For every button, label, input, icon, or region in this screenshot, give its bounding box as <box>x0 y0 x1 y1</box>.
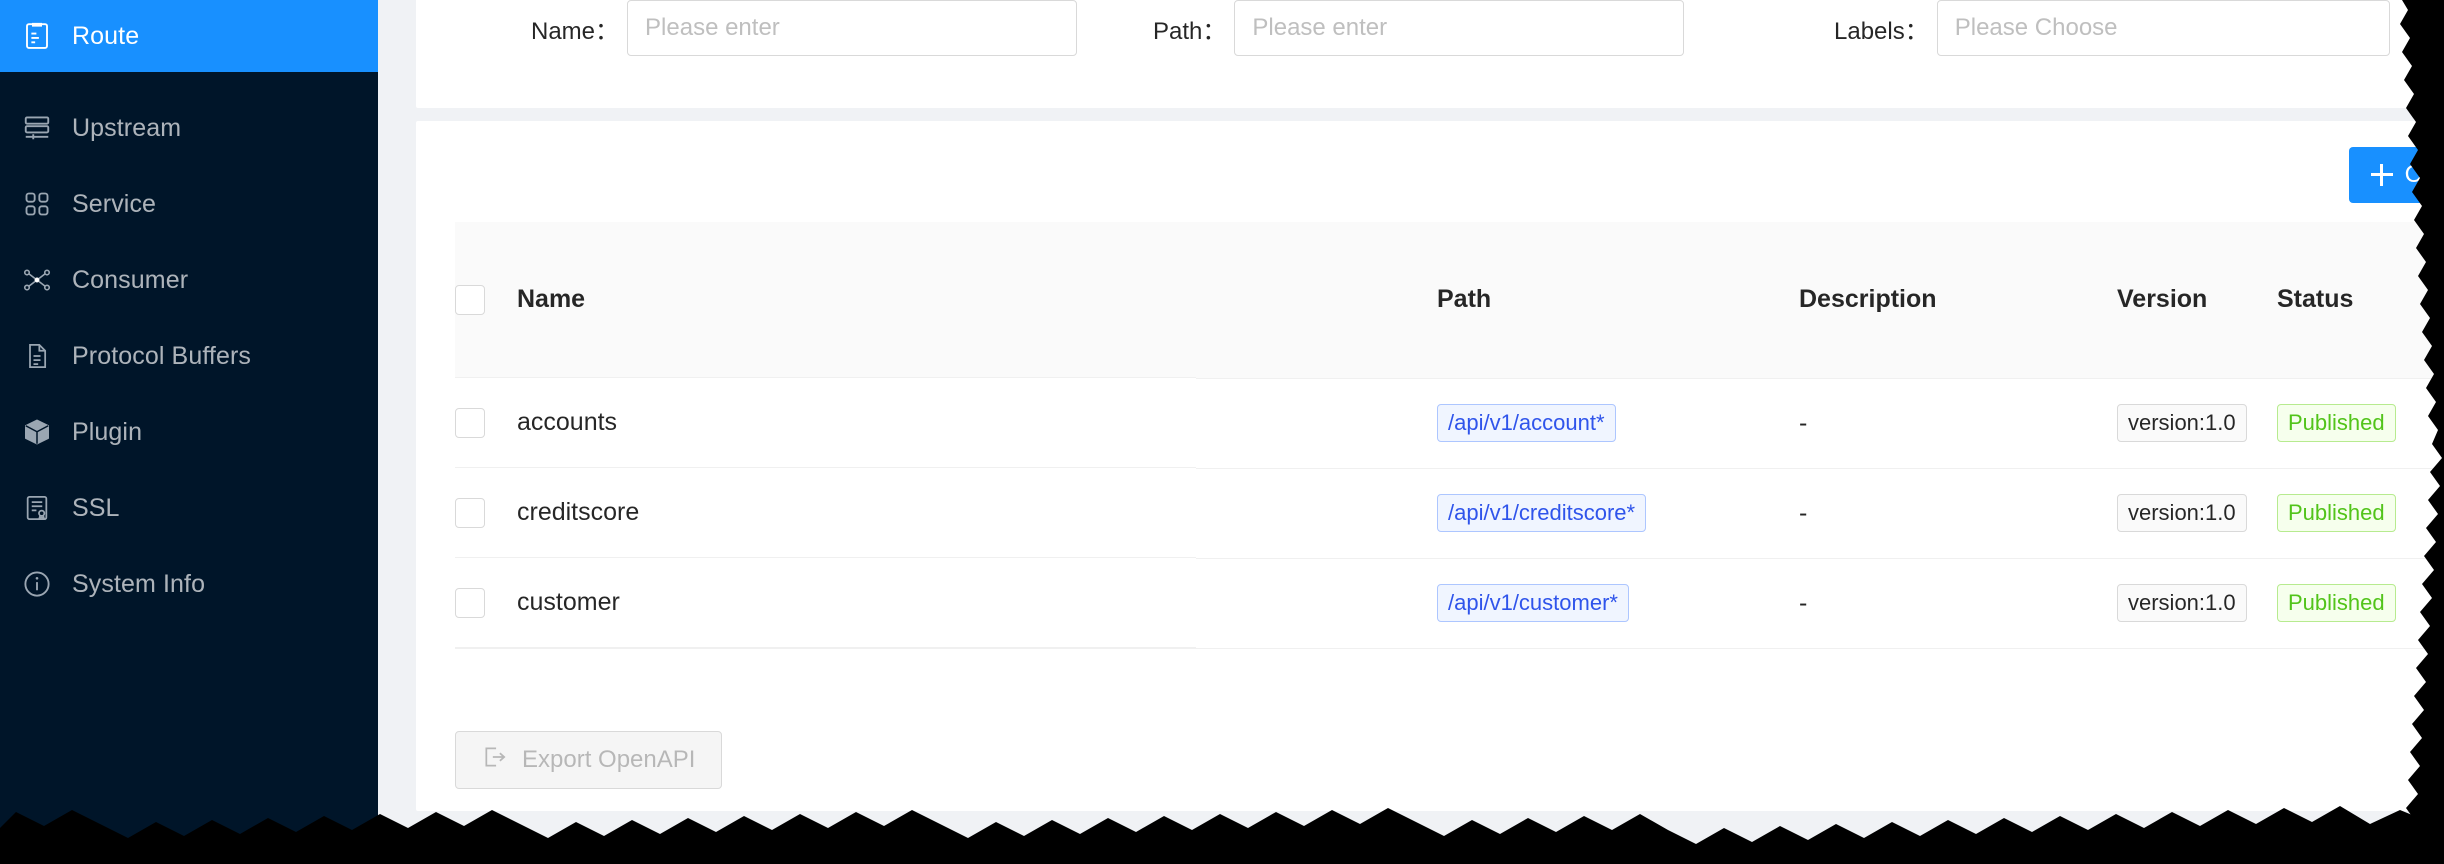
export-openapi-button[interactable]: Export OpenAPI <box>455 731 722 789</box>
table-header-row: Name st Path Description Version Status … <box>455 222 2444 378</box>
filter-label-path: Path： <box>1153 11 1226 46</box>
cell-version: version:1.0 <box>2117 558 2277 648</box>
plus-icon <box>2371 164 2393 186</box>
filter-label-name: Name： <box>531 11 619 46</box>
cell-update-time: 2023-03-02 15:57:08 <box>2439 378 2444 468</box>
sidebar: Route Upstream Service <box>0 0 378 864</box>
create-route-label: C <box>2405 161 2422 189</box>
export-icon <box>482 744 508 777</box>
filter-field-path: Path： <box>1153 0 1684 56</box>
row-checkbox[interactable] <box>455 408 485 438</box>
search-path-input[interactable] <box>1234 0 1684 56</box>
select-all-checkbox[interactable] <box>455 285 485 315</box>
cube-icon <box>14 417 60 447</box>
sidebar-item-plugin[interactable]: Plugin <box>0 396 378 468</box>
cell-update-time: 2023-03-02 15:59:18 <box>2439 468 2444 558</box>
cell-status: Published <box>2277 558 2439 648</box>
sidebar-item-service[interactable]: Service <box>0 168 378 240</box>
path-tag: /api/v1/creditscore* <box>1437 494 1646 532</box>
cell-update-time: 2023-03-02 16:00:44 <box>2439 558 2444 648</box>
path-tag: /api/v1/customer* <box>1437 584 1629 622</box>
cell-status: Published <box>2277 378 2439 468</box>
select-all-header <box>455 222 517 378</box>
column-header-description[interactable]: Description <box>1799 222 2117 378</box>
table-head: Name st Path Description Version Status … <box>455 222 2444 378</box>
create-route-button[interactable]: C <box>2349 147 2444 203</box>
table-footer-actions: Export OpenAPI <box>455 731 722 789</box>
status-badge: Published <box>2277 404 2396 442</box>
row-select-cell <box>455 378 517 468</box>
row-select-cell <box>455 558 517 648</box>
cell-host <box>1129 558 1437 648</box>
sidebar-item-label: Consumer <box>72 268 188 293</box>
table-body: accounts /api/v1/account* - version:1.0 … <box>455 378 2444 648</box>
row-select-cell <box>455 468 517 558</box>
table-row[interactable]: accounts /api/v1/account* - version:1.0 … <box>455 378 2444 468</box>
cell-name: creditscore <box>517 468 1129 558</box>
column-header-name[interactable]: Name <box>517 222 1129 378</box>
cell-description: - <box>1799 468 2117 558</box>
cell-name: customer <box>517 558 1129 648</box>
sidebar-item-label: Upstream <box>72 116 181 141</box>
version-tag: version:1.0 <box>2117 494 2247 532</box>
cell-name: accounts <box>517 378 1129 468</box>
search-labels-select[interactable] <box>1937 0 2390 56</box>
filter-label-labels: Labels： <box>1834 11 1929 46</box>
sidebar-item-label: Route <box>72 24 139 49</box>
sidebar-item-label: Protocol Buffers <box>72 344 251 369</box>
cell-version: version:1.0 <box>2117 468 2277 558</box>
route-table: Name st Path Description Version Status … <box>455 222 2444 649</box>
search-name-input[interactable] <box>627 0 1077 56</box>
version-tag: version:1.0 <box>2117 584 2247 622</box>
cell-path: /api/v1/creditscore* <box>1437 468 1799 558</box>
sidebar-item-label: System Info <box>72 572 205 597</box>
sidebar-item-label: Service <box>72 192 156 217</box>
sidebar-item-label: Plugin <box>72 420 142 445</box>
row-checkbox[interactable] <box>455 588 485 618</box>
apisix-dashboard-window: Route Upstream Service <box>0 0 2444 864</box>
column-header-version[interactable]: Version <box>2117 222 2277 378</box>
export-openapi-label: Export OpenAPI <box>522 746 695 774</box>
sidebar-item-route[interactable]: Route <box>0 0 378 72</box>
filter-field-name: Name： <box>531 0 1077 56</box>
sidebar-item-protocol-buffers[interactable]: Protocol Buffers <box>0 320 378 392</box>
cell-host <box>1129 378 1437 468</box>
main-content: Name： Path： Labels： C <box>378 0 2444 864</box>
sidebar-item-label: SSL <box>72 496 120 521</box>
document-icon <box>14 342 60 370</box>
certificate-icon <box>14 494 60 522</box>
route-table-scroll-area[interactable]: Name st Path Description Version Status … <box>455 222 2444 811</box>
cell-status: Published <box>2277 468 2439 558</box>
sidebar-item-upstream[interactable]: Upstream <box>0 92 378 164</box>
cell-host <box>1129 468 1437 558</box>
cell-path: /api/v1/account* <box>1437 378 1799 468</box>
table-row[interactable]: customer /api/v1/customer* - version:1.0… <box>455 558 2444 648</box>
service-icon <box>14 190 60 218</box>
path-tag: /api/v1/account* <box>1437 404 1616 442</box>
cell-description: - <box>1799 378 2117 468</box>
cell-version: version:1.0 <box>2117 378 2277 468</box>
upstream-icon <box>14 113 60 143</box>
column-header-path[interactable]: Path <box>1437 222 1799 378</box>
status-badge: Published <box>2277 494 2396 532</box>
column-header-status[interactable]: Status <box>2277 222 2439 378</box>
column-header-update-time[interactable]: Update Time <box>2439 222 2444 378</box>
row-checkbox[interactable] <box>455 498 485 528</box>
route-icon <box>14 21 60 51</box>
sidebar-item-consumer[interactable]: Consumer <box>0 244 378 316</box>
column-header-host[interactable]: st <box>1129 222 1437 378</box>
table-row[interactable]: creditscore /api/v1/creditscore* - versi… <box>455 468 2444 558</box>
sidebar-item-ssl[interactable]: SSL <box>0 472 378 544</box>
route-table-card: C Name <box>416 121 2444 811</box>
consumer-icon <box>14 265 60 295</box>
status-badge: Published <box>2277 584 2396 622</box>
table-toolbar: C <box>2349 147 2444 203</box>
info-circle-icon <box>14 569 60 599</box>
sidebar-item-system-info[interactable]: System Info <box>0 548 378 620</box>
filter-field-labels: Labels： <box>1834 0 2390 56</box>
cell-path: /api/v1/customer* <box>1437 558 1799 648</box>
route-filter-card: Name： Path： Labels： <box>416 0 2444 108</box>
version-tag: version:1.0 <box>2117 404 2247 442</box>
cell-description: - <box>1799 558 2117 648</box>
